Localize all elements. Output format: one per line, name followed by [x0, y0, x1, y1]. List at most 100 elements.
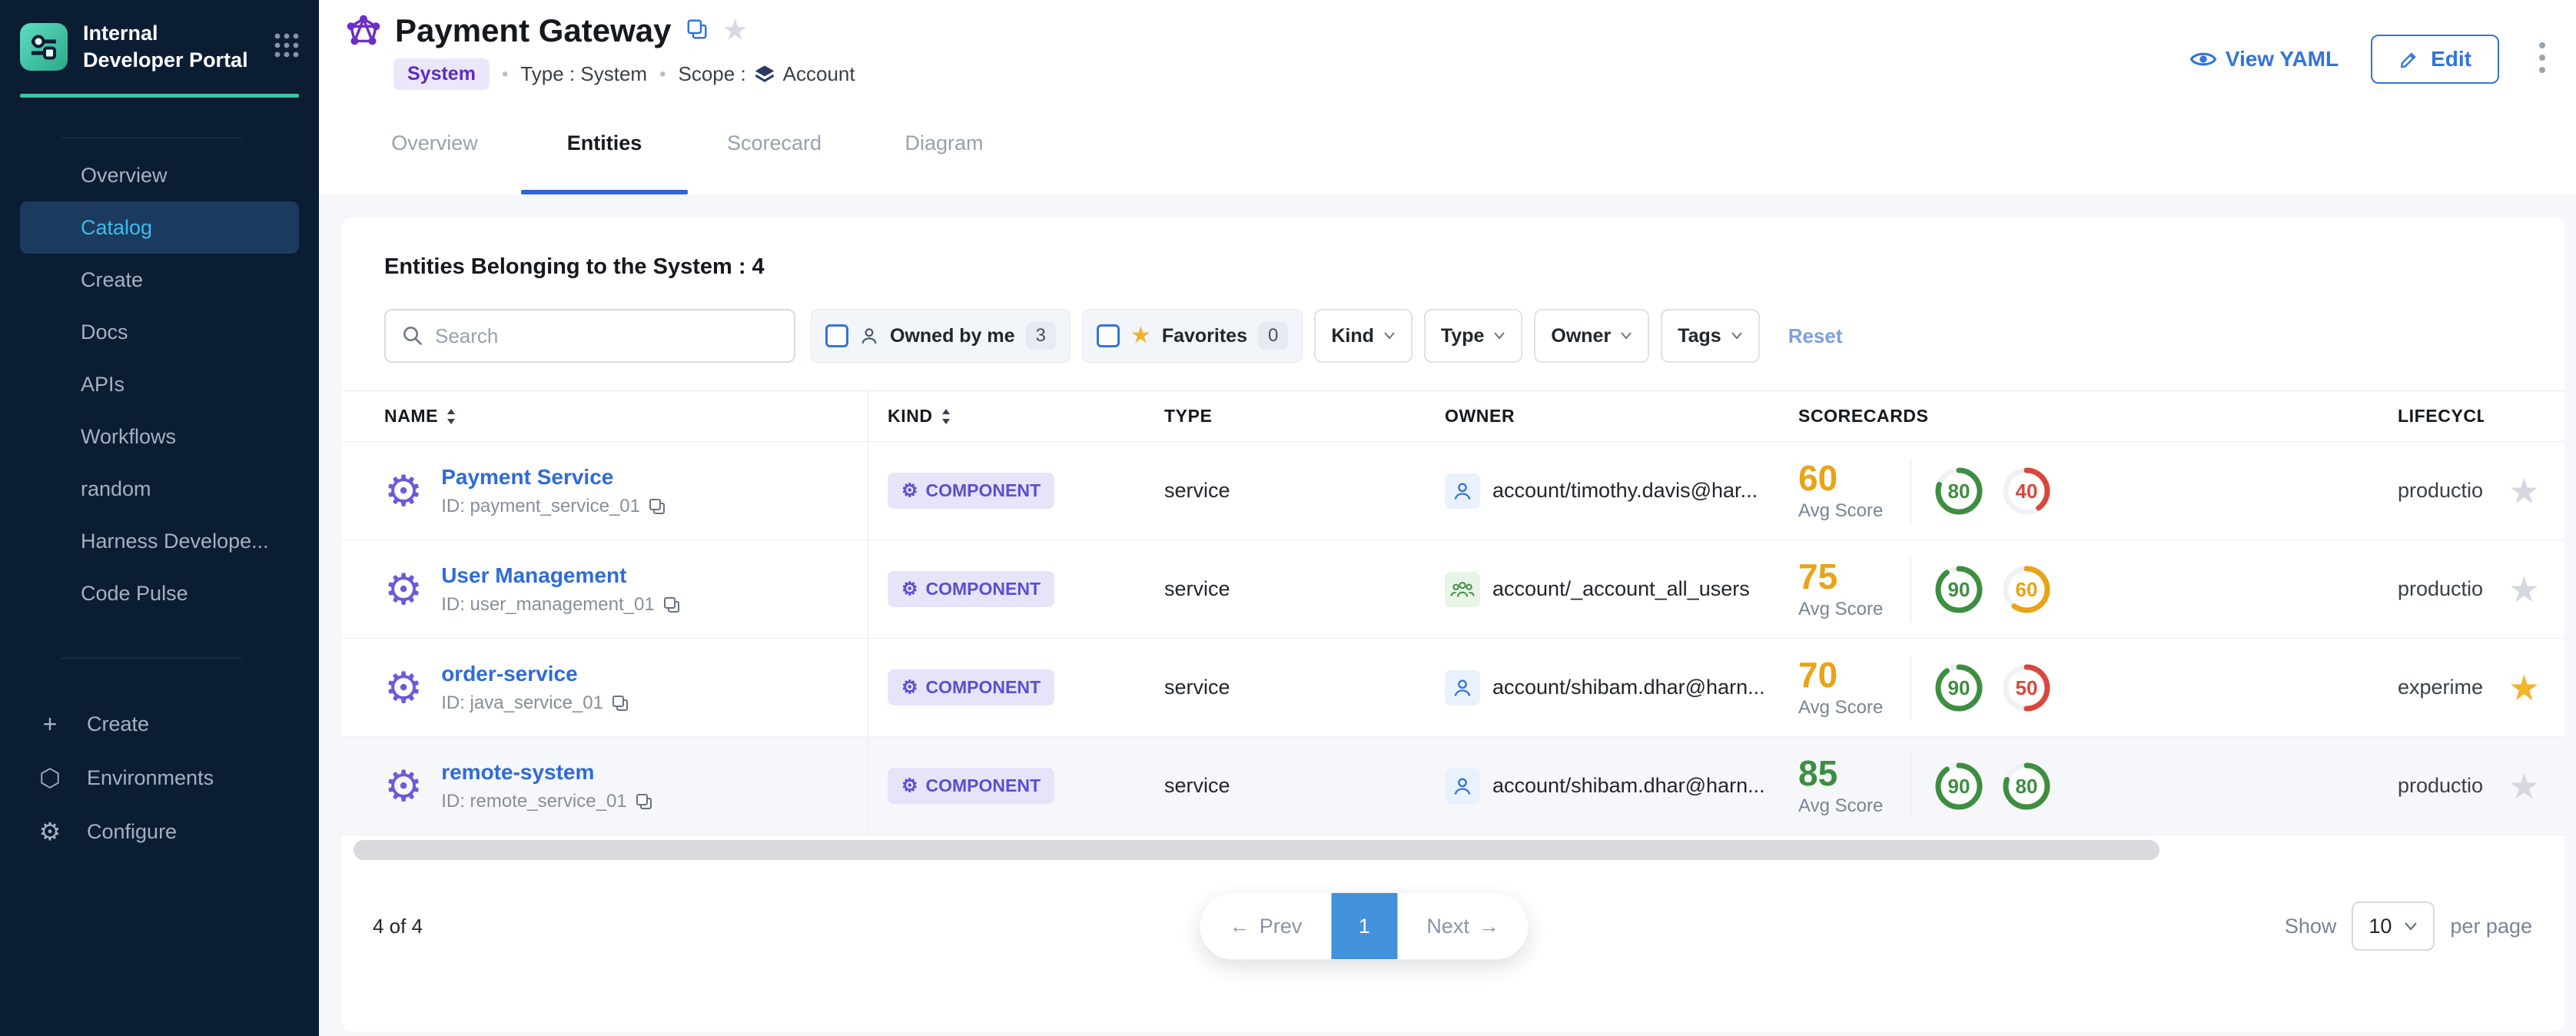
filter-dropdown-kind[interactable]: Kind	[1314, 309, 1412, 363]
view-yaml-link[interactable]: View YAML	[2190, 47, 2339, 71]
favorites-filter[interactable]: ★ Favorites 0	[1082, 309, 1303, 363]
owner-value: account/shibam.dhar@harn...	[1492, 774, 1765, 798]
component-gear-icon: ⚙	[384, 666, 423, 709]
plus-icon: +	[35, 710, 65, 739]
entity-scorecards-cell: 70Avg Score9050	[1798, 656, 2398, 720]
kind-label: COMPONENT	[926, 579, 1041, 599]
sidebar-footer-item-create[interactable]: + Create	[0, 697, 319, 751]
owned-by-me-filter[interactable]: Owned by me 3	[811, 309, 1071, 363]
sidebar-item-overview[interactable]: Overview	[20, 149, 299, 201]
kind-badge: ⚙COMPONENT	[888, 473, 1054, 509]
dropdown-label: Owner	[1551, 325, 1611, 347]
edit-button[interactable]: Edit	[2371, 35, 2499, 84]
copy-title-icon[interactable]	[685, 18, 709, 45]
favorite-title-star-icon[interactable]: ★	[722, 16, 749, 45]
prev-page-button[interactable]: ← Prev	[1200, 893, 1332, 959]
owner-avatar	[1445, 769, 1480, 804]
scorecard-gauges: 90 80	[1931, 759, 2054, 814]
svg-text:40: 40	[2016, 480, 2038, 503]
column-header-owner: OWNER	[1445, 406, 1798, 427]
entity-name-link[interactable]: order-service	[441, 662, 629, 686]
filter-dropdown-tags[interactable]: Tags	[1661, 309, 1760, 363]
entity-lifecycle-cell: production	[2398, 577, 2484, 601]
avg-score-label: Avg Score	[1798, 697, 1891, 719]
favorites-checkbox[interactable]	[1097, 324, 1120, 347]
copy-icon[interactable]	[635, 792, 653, 811]
more-options-kebab-icon[interactable]	[2531, 36, 2553, 83]
sidebar-item-catalog[interactable]: Catalog	[20, 201, 299, 254]
sidebar-item-docs[interactable]: Docs	[20, 306, 299, 358]
copy-icon[interactable]	[611, 694, 629, 712]
sidebar-item-code-pulse[interactable]: Code Pulse	[20, 567, 299, 619]
tab-overview[interactable]: Overview	[350, 92, 520, 194]
sidebar-item-random[interactable]: random	[20, 463, 299, 515]
sidebar-item-create[interactable]: Create	[20, 254, 299, 306]
filter-dropdown-owner[interactable]: Owner	[1534, 309, 1649, 363]
column-header-kind[interactable]: KIND	[868, 406, 1145, 427]
table-row: ⚙User ManagementID: user_management_01⚙C…	[342, 540, 2564, 639]
entity-name-cell: ⚙User ManagementID: user_management_01	[342, 540, 868, 638]
page-size-select[interactable]: 10	[2352, 902, 2435, 951]
sidebar-item-apis[interactable]: APIs	[20, 358, 299, 410]
entity-name-link[interactable]: remote-system	[441, 760, 652, 785]
app-grid-icon[interactable]	[273, 32, 300, 63]
favorite-star-icon[interactable]: ★	[2508, 569, 2540, 609]
component-gear-icon: ⚙	[901, 482, 918, 500]
copy-icon[interactable]	[648, 497, 666, 516]
column-header-scorecards: SCORECARDS	[1798, 406, 2398, 427]
favorite-star-icon[interactable]: ★	[2508, 766, 2540, 806]
user-icon	[1452, 677, 1473, 699]
tab-entities[interactable]: Entities	[520, 92, 689, 194]
current-page-button[interactable]: 1	[1331, 893, 1397, 959]
next-page-button[interactable]: Next →	[1397, 893, 1529, 959]
system-badge: System	[393, 58, 490, 90]
lifecycle-value: production	[2398, 577, 2484, 600]
tab-scorecard[interactable]: Scorecard	[689, 92, 859, 194]
favorites-label: Favorites	[1162, 325, 1247, 347]
entity-name-link[interactable]: Payment Service	[441, 465, 666, 490]
sidebar-footer-item-environments[interactable]: ⬡Environments	[0, 751, 319, 805]
column-header-name[interactable]: NAME	[342, 391, 868, 441]
svg-text:50: 50	[2016, 676, 2038, 699]
tab-diagram[interactable]: Diagram	[859, 92, 1029, 194]
user-icon	[859, 326, 879, 346]
favorite-star-icon[interactable]: ★	[2508, 471, 2540, 511]
page-header: Payment Gateway ★ System • Type : System…	[319, 0, 2576, 92]
sidebar-item-harness-develope-[interactable]: Harness Develope...	[20, 515, 299, 567]
svg-text:90: 90	[1948, 775, 1970, 798]
type-value: service	[1164, 577, 1230, 600]
favorite-star-icon[interactable]: ★	[2508, 668, 2540, 708]
svg-text:80: 80	[2016, 775, 2038, 798]
scorecard-gauges: 9060	[1931, 562, 2054, 617]
brand-title: Internal Developer Portal	[83, 20, 248, 74]
entity-name-link[interactable]: User Management	[441, 563, 681, 588]
entity-kind-cell: ⚙COMPONENT	[868, 669, 1145, 706]
entity-favorite-cell: ★	[2484, 473, 2564, 509]
table-row: ⚙order-serviceID: java_service_01⚙COMPON…	[342, 639, 2564, 737]
search-input[interactable]	[435, 324, 778, 348]
horizontal-scrollbar-thumb[interactable]	[354, 840, 2159, 860]
score-gauge: 60	[1999, 562, 2054, 617]
copy-icon[interactable]	[662, 596, 681, 614]
group-icon	[1450, 579, 1475, 599]
avg-score-value: 70	[1798, 657, 1891, 692]
entity-type-cell: service	[1145, 577, 1445, 601]
chevron-down-icon	[1731, 331, 1743, 340]
entity-scorecards-cell: 75Avg Score9060	[1798, 557, 2398, 622]
kind-label: COMPONENT	[926, 677, 1041, 698]
sidebar: Internal Developer Portal OverviewCatalo…	[0, 0, 319, 1036]
filter-dropdown-type[interactable]: Type	[1424, 309, 1523, 363]
scope-value: Account	[783, 62, 855, 86]
dot-separator: •	[659, 64, 666, 85]
reset-filters-link[interactable]: Reset	[1788, 324, 1843, 348]
show-label: Show	[2285, 915, 2337, 938]
search-icon	[401, 324, 424, 347]
table-row: ⚙Payment ServiceID: payment_service_01⚙C…	[342, 442, 2564, 540]
sidebar-footer-item-configure[interactable]: ⚙Configure	[0, 805, 319, 858]
sidebar-item-workflows[interactable]: Workflows	[20, 410, 299, 463]
table-footer: 4 of 4 ← Prev 1 Next → Show 10	[342, 891, 2564, 961]
owned-by-me-checkbox[interactable]	[825, 324, 848, 347]
sidebar-footer-label: Create	[87, 712, 149, 736]
dropdown-label: Tags	[1678, 325, 1721, 347]
score-divider	[1910, 656, 1911, 720]
